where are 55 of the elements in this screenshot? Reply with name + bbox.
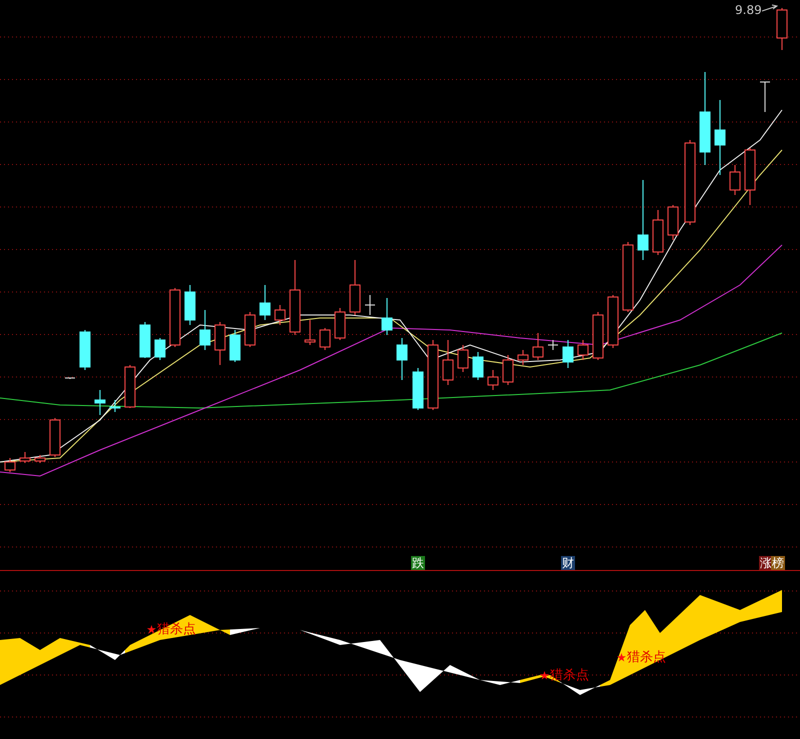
candlestick [350, 260, 360, 316]
candlestick [608, 294, 618, 348]
candlestick [364, 294, 376, 316]
candlestick [458, 344, 468, 372]
candlestick [548, 340, 558, 350]
star-icon [147, 625, 156, 634]
star-icon [617, 653, 626, 662]
candlestick [110, 400, 120, 412]
candlestick [442, 340, 454, 386]
candlestick [20, 452, 30, 464]
candlestick [562, 340, 574, 368]
candlestick [428, 340, 438, 410]
candlestick [244, 312, 256, 348]
leader-line [762, 4, 778, 12]
candlestick [760, 82, 770, 112]
candlestick [472, 352, 484, 380]
candlestick [124, 364, 136, 408]
candlestick [518, 350, 528, 366]
candlestick [140, 322, 150, 358]
candlestick [214, 322, 226, 366]
candlestick [64, 378, 76, 380]
candlestick [170, 288, 180, 348]
candlestick [154, 338, 166, 360]
candlestick [396, 338, 408, 380]
candlestick [34, 454, 46, 464]
candlestick [334, 308, 346, 340]
candlestick [94, 390, 106, 416]
price-label: 9.89 [735, 3, 762, 17]
candlestick [488, 370, 498, 390]
candlestick [730, 164, 740, 196]
candlestick [382, 298, 392, 336]
candlestick [320, 328, 330, 350]
candlestick [592, 312, 604, 360]
candlestick [304, 320, 316, 346]
candlestick [578, 340, 588, 360]
candlestick [4, 458, 16, 472]
candlestick [502, 354, 514, 386]
candlestick [80, 330, 90, 370]
signal-tag: 跌 [411, 556, 425, 570]
candlestick [744, 148, 756, 206]
candlestick [274, 304, 286, 326]
candlestick [184, 284, 196, 326]
candlestick [260, 284, 270, 320]
candlestick [622, 242, 634, 312]
candlestick [412, 368, 424, 410]
candlestick [532, 332, 544, 360]
star-icon [540, 671, 549, 680]
candlestick [652, 210, 664, 256]
candlestick [200, 310, 210, 350]
candlestick [776, 8, 788, 50]
candlestick [230, 330, 240, 362]
candlestick [668, 204, 678, 240]
signal-tag: 财 [561, 556, 575, 570]
signal-tag: 榜 [771, 556, 785, 570]
candlestick [50, 418, 60, 458]
